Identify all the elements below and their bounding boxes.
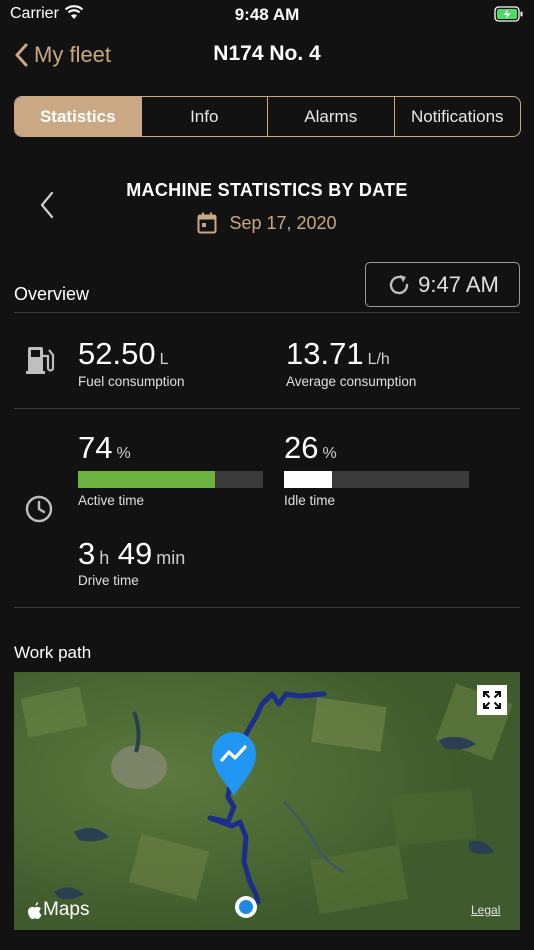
fuel-pump-icon — [24, 344, 56, 381]
route-pin-icon[interactable] — [208, 728, 260, 803]
drive-time-metric: 3h 49 min — [78, 536, 185, 572]
calendar-icon — [197, 212, 217, 234]
idle-time-unit: % — [322, 445, 337, 462]
fuel-consumption-label: Fuel consumption — [78, 374, 185, 389]
fuel-consumption-value: 52.50 — [78, 336, 156, 371]
clock-icon — [24, 494, 54, 529]
idle-time-metric: 26% — [284, 430, 337, 466]
idle-time-value: 26 — [284, 430, 319, 465]
fuel-consumption-metric: 52.50 L Fuel consumption — [78, 336, 185, 389]
work-path-label: Work path — [14, 643, 92, 662]
apple-logo-icon — [27, 901, 42, 919]
average-consumption-metric: 13.71 L/h Average consumption — [286, 336, 416, 389]
page-title: N174 No. 4 — [213, 42, 321, 65]
expand-icon — [483, 691, 501, 709]
current-location-icon — [233, 894, 259, 925]
average-consumption-value: 13.71 — [286, 336, 364, 371]
fuel-consumption-unit: L — [159, 351, 169, 368]
divider — [14, 607, 520, 608]
legal-link[interactable]: Legal — [471, 903, 500, 917]
tab-notifications[interactable]: Notifications — [393, 97, 521, 136]
selected-date: Sep 17, 2020 — [229, 212, 337, 233]
overview-label: Overview — [14, 284, 90, 304]
refresh-button[interactable]: 9:47 AM — [365, 262, 520, 307]
tab-info[interactable]: Info — [140, 97, 268, 136]
refresh-time: 9:47 AM — [418, 271, 499, 297]
active-time-bar — [78, 471, 263, 488]
maps-label: Maps — [43, 899, 90, 920]
drive-time-label: Drive time — [78, 573, 139, 588]
status-bar: Carrier 9:48 AM — [0, 0, 534, 30]
status-time: 9:48 AM — [234, 5, 300, 24]
work-path-map[interactable]: Maps Legal — [14, 672, 520, 930]
drive-time-minutes: 49 — [117, 536, 153, 571]
tab-bar: Statistics Info Alarms Notifications — [14, 96, 521, 137]
active-time-bar-fill — [78, 471, 215, 488]
active-time-metric: 74% — [78, 430, 131, 466]
active-time-label: Active time — [78, 493, 145, 508]
maps-attribution: Maps — [27, 899, 89, 921]
refresh-icon — [389, 274, 409, 294]
date-picker[interactable]: Sep 17, 2020 — [0, 212, 534, 234]
divider — [14, 408, 520, 409]
section-title: MACHINE STATISTICS BY DATE — [126, 180, 408, 200]
idle-time-bar — [284, 471, 469, 488]
tab-statistics[interactable]: Statistics — [15, 97, 141, 136]
idle-time-label: Idle time — [284, 493, 336, 508]
idle-time-bar-fill — [284, 471, 333, 488]
average-consumption-unit: L/h — [367, 351, 390, 368]
active-time-value: 74 — [78, 430, 113, 465]
average-consumption-label: Average consumption — [286, 374, 417, 389]
drive-time-hours: 3 — [78, 536, 96, 571]
drive-time-hours-unit: h — [99, 548, 110, 568]
fullscreen-button[interactable] — [477, 685, 507, 715]
battery-charging-icon — [494, 6, 524, 27]
divider — [14, 312, 520, 313]
drive-time-minutes-unit: min — [156, 548, 186, 568]
tab-alarms[interactable]: Alarms — [267, 97, 394, 136]
satellite-map — [14, 672, 520, 930]
active-time-unit: % — [116, 445, 131, 462]
